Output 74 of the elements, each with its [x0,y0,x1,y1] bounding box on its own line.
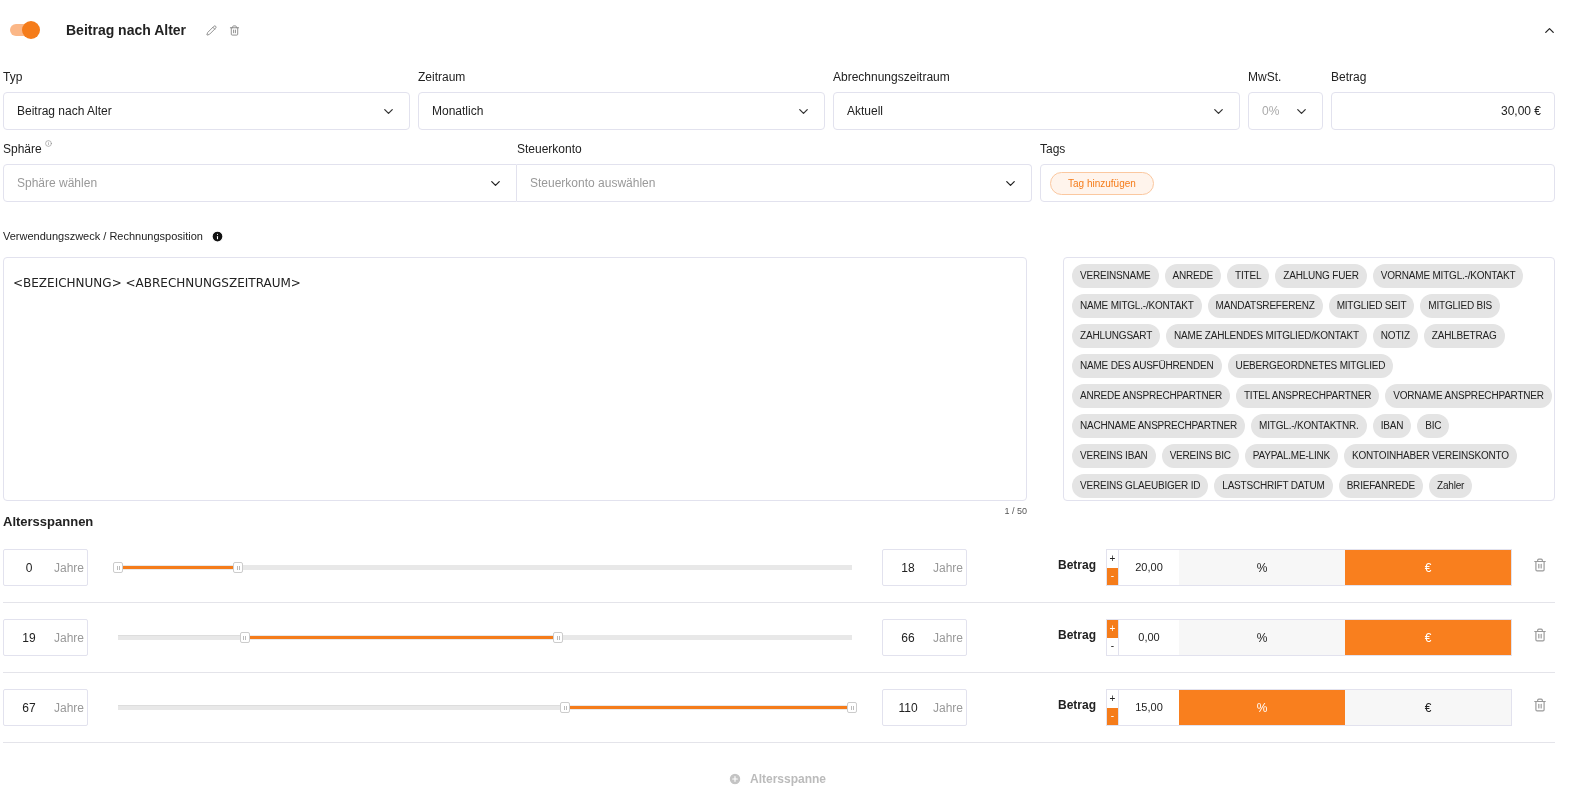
placeholder-chip[interactable]: LASTSCHRIFT DATUM [1214,473,1333,498]
placeholder-chip[interactable]: ZAHLUNG FUER [1275,263,1367,288]
select-field[interactable]: Aktuell [833,92,1240,130]
placeholder-chip[interactable]: VORNAME ANSPRECHPARTNER [1385,383,1552,408]
text-area[interactable]: <BEZEICHNUNG> <ABRECHNUNGSZEITRAUM> [3,256,1027,501]
placeholder-chip[interactable]: ANREDE ANSPRECHPARTNER [1072,383,1230,408]
field-label: Sphäre [3,141,42,158]
placeholder-chip[interactable]: TITEL ANSPRECHPARTNER [1235,383,1380,408]
delete-icon[interactable] [1533,697,1547,712]
placeholder-chip[interactable]: MITGLIED SEIT [1328,293,1415,318]
placeholder-chip[interactable]: BIC [1417,413,1450,438]
placeholder-chip[interactable]: IBAN [1372,413,1412,438]
placeholder-chip[interactable]: Zahler [1429,473,1473,498]
select-field[interactable]: Monatlich [418,92,825,130]
slider-handle[interactable] [847,702,857,713]
placeholder-chip[interactable]: TITEL [1227,263,1270,288]
placeholder-chip[interactable]: KONTOINHABER VEREINSKONTO [1344,443,1517,468]
unit-toggle[interactable]: % [1179,620,1345,655]
placeholder-chip[interactable]: ZAHLUNGSART [1072,323,1161,348]
placeholder-chip[interactable]: VORNAME MITGL.-/KONTAKT [1372,263,1524,288]
placeholder-chip[interactable]: NOTIZ [1372,323,1418,348]
amount-field[interactable]: 30,00 € [1331,92,1555,130]
placeholder-chip[interactable]: NAME DES AUSFÜHRENDEN [1072,353,1222,378]
delete-icon[interactable] [1533,627,1547,642]
age-input[interactable]: 0 Jahre [3,549,88,586]
placeholder-chip[interactable]: VEREINS IBAN [1072,443,1156,468]
age-input[interactable]: 66 Jahre [882,619,967,656]
amount-label: Betrag [1058,626,1096,644]
character-counter: 1 / 50 [1004,504,1027,518]
age-input[interactable]: 19 Jahre [3,619,88,656]
placeholder-chip[interactable]: MANDATSREFERENZ [1207,293,1323,318]
slider-handle[interactable] [239,632,250,643]
placeholder-chip[interactable]: PAYPAL.ME-LINK [1244,443,1338,468]
pencil-icon[interactable] [206,24,218,36]
placeholder-chip[interactable]: VEREINS BIC [1161,443,1239,468]
field-label: Verwendungszweck / Rechnungsposition [3,229,203,244]
placeholder-chip[interactable]: NAME MITGL.-/KONTAKT [1072,293,1202,318]
plus-icon [728,772,742,786]
amount-label: Betrag [1058,556,1096,574]
field-label: Typ [3,69,24,86]
slider-handle[interactable] [553,632,564,643]
placeholder-chip[interactable]: NACHNAME ANSPRECHPARTNER [1072,413,1246,438]
info-icon [210,229,224,243]
field-label: Tags [1040,141,1067,158]
field-label: Zeitraum [418,69,467,86]
slider-handle[interactable] [233,562,244,573]
placeholder-chip[interactable]: MITGLIED BIS [1420,293,1501,318]
field-label: MwSt. [1248,69,1283,86]
placeholder-chip[interactable]: NAME ZAHLENDES MITGLIED/KONTAKT [1166,323,1367,348]
toggle-switch[interactable] [10,24,38,36]
unit-toggle[interactable]: % [1179,550,1345,585]
section-title: Beitrag nach Alter [66,20,187,40]
field-label: Abrechnungszeitraum [833,69,951,86]
placeholder-chip[interactable]: UEBERGEORDNETES MITGLIED [1227,353,1394,378]
placeholder-chip[interactable]: VEREINS GLAEUBIGER ID [1072,473,1209,498]
placeholder-chip[interactable]: VEREINSNAME [1072,263,1159,288]
field-label: Steuerkonto [517,141,583,158]
amount-label: Betrag [1058,696,1096,714]
placeholder-chip[interactable]: ZAHLBETRAG [1423,323,1505,348]
slider-handle[interactable] [113,562,123,573]
unit-toggle[interactable]: € [1345,690,1511,725]
age-input[interactable]: 110 Jahre [882,689,967,726]
section-heading: Altersspannen [3,514,94,529]
select-field[interactable]: Beitrag nach Alter [3,92,410,130]
placeholder-chip[interactable]: ANREDE [1164,263,1222,288]
field-label: Betrag [1331,69,1368,86]
delete-icon[interactable] [229,24,241,36]
info-icon [44,140,52,147]
age-input[interactable]: 67 Jahre [3,689,88,726]
age-input[interactable]: 18 Jahre [882,549,967,586]
slider-handle[interactable] [560,702,570,713]
placeholder-chip[interactable]: BRIEFANREDE [1338,473,1423,498]
delete-icon[interactable] [1533,557,1547,572]
placeholder-chip[interactable]: MITGL.-/KONTAKTNR. [1251,413,1367,438]
